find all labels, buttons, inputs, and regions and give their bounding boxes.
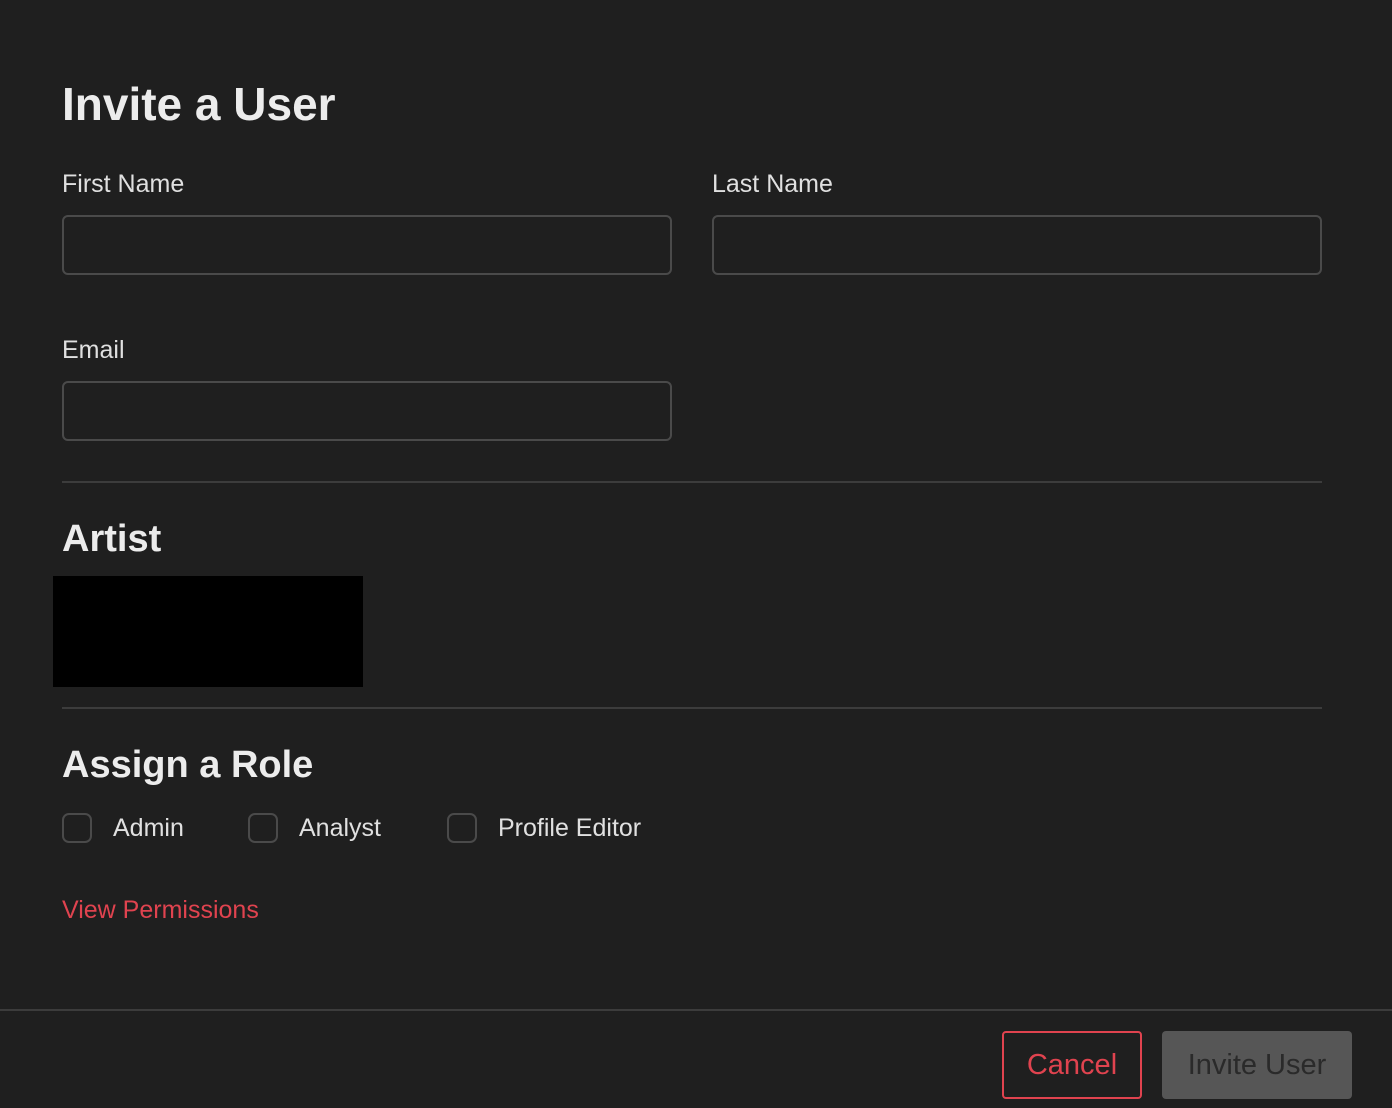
view-permissions-link[interactable]: View Permissions xyxy=(62,894,259,926)
role-option-admin[interactable]: Admin xyxy=(62,810,184,846)
analyst-checkbox[interactable] xyxy=(248,813,278,843)
role-option-profile-editor[interactable]: Profile Editor xyxy=(447,810,641,846)
role-label-profile-editor: Profile Editor xyxy=(498,814,642,842)
assign-role-heading: Assign a Role xyxy=(62,744,314,786)
email-input[interactable] xyxy=(62,381,672,441)
page-title: Invite a User xyxy=(62,78,336,130)
section-divider xyxy=(62,481,1322,483)
admin-checkbox[interactable] xyxy=(62,813,92,843)
artist-heading: Artist xyxy=(62,518,162,560)
last-name-label: Last Name xyxy=(712,170,833,198)
redacted-artist-area xyxy=(53,576,363,687)
email-label: Email xyxy=(62,336,125,364)
section-divider xyxy=(62,707,1322,709)
last-name-input[interactable] xyxy=(712,215,1322,275)
footer-divider xyxy=(0,1009,1392,1011)
role-option-analyst[interactable]: Analyst xyxy=(248,810,381,846)
profile-editor-checkbox[interactable] xyxy=(447,813,477,843)
role-label-analyst: Analyst xyxy=(299,814,381,842)
invite-user-button[interactable]: Invite User xyxy=(1162,1031,1352,1099)
first-name-input[interactable] xyxy=(62,215,672,275)
cancel-button[interactable]: Cancel xyxy=(1002,1031,1142,1099)
role-label-admin: Admin xyxy=(113,814,184,842)
invite-user-dialog: Invite a User First Name Last Name Email… xyxy=(0,0,1392,1108)
first-name-label: First Name xyxy=(62,170,185,198)
